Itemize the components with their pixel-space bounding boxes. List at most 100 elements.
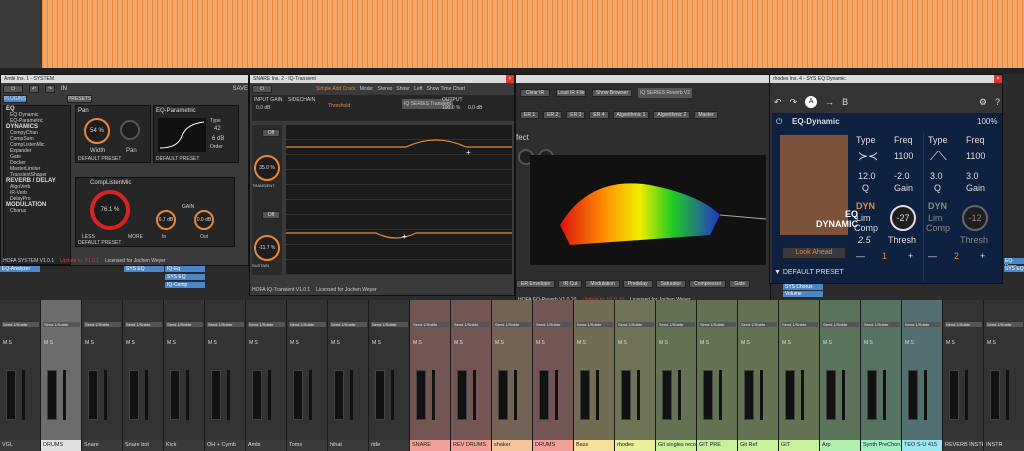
band1-gain-value[interactable]: -2.0: [894, 171, 910, 181]
mute-solo-buttons[interactable]: M S: [372, 340, 381, 346]
channel-name[interactable]: GIT PRE: [697, 440, 737, 451]
clear-ir-button[interactable]: Clear IR: [520, 89, 550, 97]
reverb-module-button[interactable]: Modulation: [585, 280, 620, 288]
mute-solo-buttons[interactable]: M S: [167, 340, 176, 346]
reverb-module-button[interactable]: Compressor: [689, 280, 727, 288]
send-slot[interactable]: Send 1/Snbbr: [781, 322, 818, 327]
redo-icon[interactable]: ↷: [790, 97, 798, 108]
send-slot[interactable]: Send 1/Snbbr: [2, 322, 39, 327]
mute-solo-buttons[interactable]: M S: [864, 340, 873, 346]
mute-solo-buttons[interactable]: M S: [946, 340, 955, 346]
track-header-area[interactable]: [0, 0, 42, 70]
send-slot[interactable]: Send 1/Snbbr: [43, 322, 80, 327]
show-browser-button[interactable]: Show Browser: [592, 89, 632, 97]
channel-name[interactable]: REV DRUMS: [451, 440, 491, 451]
send-slot[interactable]: Send 1/Snbbr: [248, 322, 285, 327]
send-slot[interactable]: Send 1/Snbbr: [576, 322, 613, 327]
mode-select[interactable]: Stereo: [378, 86, 393, 92]
load-ir-button[interactable]: Load IR File: [556, 89, 586, 97]
band2-dyn-toggle[interactable]: DYN: [928, 201, 947, 211]
channel-name[interactable]: Toms: [287, 440, 327, 451]
mix-percent[interactable]: 100%: [977, 117, 997, 126]
look-ahead-button[interactable]: Look Ahead: [782, 247, 846, 259]
reverb-tab[interactable]: ER 4: [589, 111, 609, 119]
default-preset-label[interactable]: DEFAULT PRESET: [156, 156, 199, 162]
power-icon[interactable]: ⏻: [776, 117, 782, 127]
mute-solo-buttons[interactable]: M S: [495, 340, 504, 346]
default-preset-label[interactable]: DEFAULT PRESET: [78, 156, 121, 162]
band1-ratio-value[interactable]: 2.5: [858, 235, 871, 245]
send-slot-volume[interactable]: Volume: [783, 291, 823, 297]
mute-solo-buttons[interactable]: M S: [782, 340, 791, 346]
volume-fader[interactable]: [539, 370, 549, 420]
attack-knob[interactable]: 35.0 %: [254, 155, 280, 181]
eqp-gain[interactable]: 6 dB: [212, 136, 224, 142]
channel-name[interactable]: INSTR: [984, 440, 1024, 451]
send-slot[interactable]: Send 1/Snbbr: [166, 322, 203, 327]
band1-minus-button[interactable]: —: [856, 251, 865, 261]
band1-plus-button[interactable]: +: [908, 251, 913, 261]
send-slot[interactable]: Send 1/Snbbr: [658, 322, 695, 327]
channel-name[interactable]: Synth PreChorus: [861, 440, 901, 451]
tab-plugins[interactable]: PLUGINS: [3, 95, 27, 103]
width-knob[interactable]: 54 %: [84, 118, 110, 144]
volume-fader[interactable]: [170, 370, 180, 420]
band2-minus-button[interactable]: —: [928, 251, 937, 261]
close-icon[interactable]: ×: [994, 75, 1002, 83]
send-slot[interactable]: Send 1/Snbbr: [740, 322, 777, 327]
band2-gain-value[interactable]: 3.0: [966, 171, 979, 181]
volume-fader[interactable]: [949, 370, 959, 420]
reverb-module-button[interactable]: Gate: [729, 280, 751, 288]
transient-off-button[interactable]: Off: [262, 129, 280, 137]
volume-fader[interactable]: [211, 370, 221, 420]
band1-freq-value[interactable]: 1100: [894, 151, 913, 161]
send-slot[interactable]: Send 1/Snbbr: [986, 322, 1023, 327]
show-time-chart-button[interactable]: Show Time Chart: [427, 86, 465, 92]
send-slot-iq-comp[interactable]: IQ-Comp: [165, 282, 205, 288]
send-slot[interactable]: Send 1/Snbbr: [863, 322, 900, 327]
snare-titlebar[interactable]: SNARE Ins. 2 - IQ-Transient ×: [250, 75, 514, 83]
send-slot-eq-analyzer[interactable]: EQ-Analyzer: [0, 266, 40, 272]
channel-name[interactable]: Git Ref: [738, 440, 778, 451]
mute-solo-buttons[interactable]: M S: [413, 340, 422, 346]
volume-fader[interactable]: [6, 370, 16, 420]
channel-name[interactable]: OH + Cymb: [205, 440, 245, 451]
send-slot[interactable]: Send 1/Snbbr: [822, 322, 859, 327]
volume-fader[interactable]: [334, 370, 344, 420]
volume-fader[interactable]: [621, 370, 631, 420]
reverb-tab[interactable]: Algorithmic 2: [653, 111, 691, 119]
sustain-off-button[interactable]: Off: [262, 211, 280, 219]
sustain-knob[interactable]: -11.7 %: [254, 235, 280, 261]
eqp-freq[interactable]: 42: [214, 126, 221, 132]
band1-q-value[interactable]: 12.0: [858, 171, 876, 181]
close-icon[interactable]: ×: [506, 75, 514, 83]
mute-solo-buttons[interactable]: M S: [249, 340, 258, 346]
channel-name[interactable]: GIT: [779, 440, 819, 451]
reverb-tab[interactable]: Master: [694, 111, 718, 119]
send-slot[interactable]: Send 1/Snbbr: [207, 322, 244, 327]
reverb-tab[interactable]: ER 2: [543, 111, 563, 119]
send-slot-iq-eq[interactable]: IQ-Eq: [165, 266, 205, 272]
volume-fader[interactable]: [703, 370, 713, 420]
volume-fader[interactable]: [416, 370, 426, 420]
send-slot-sys-eq[interactable]: SYS EQ: [124, 266, 164, 272]
ambi-titlebar[interactable]: Ambi Ins. 1 - SYSTEM: [1, 75, 248, 83]
mute-solo-buttons[interactable]: M S: [905, 340, 914, 346]
send-slot-sys-chorus[interactable]: SYS Chorus: [783, 284, 823, 290]
reverb-titlebar[interactable]: [516, 75, 772, 83]
volume-fader[interactable]: [744, 370, 754, 420]
send-slot[interactable]: Send 1/Snbbr: [535, 322, 572, 327]
audio-waveform-lane[interactable]: [42, 0, 1024, 68]
volume-fader[interactable]: [498, 370, 508, 420]
reverb-module-button[interactable]: ER Envelope: [516, 280, 556, 288]
send-slot-sys-eq-3[interactable]: SYS EQ: [1004, 266, 1024, 272]
reverb-module-button[interactable]: Saturator: [655, 280, 687, 288]
mute-solo-buttons[interactable]: M S: [987, 340, 996, 346]
eq-curve-display[interactable]: [158, 118, 206, 152]
mute-solo-buttons[interactable]: M S: [618, 340, 627, 346]
band2-lim-label[interactable]: Lim: [928, 213, 943, 223]
band1-lim-label[interactable]: Lim: [856, 213, 871, 223]
reverb-module-button[interactable]: IR Cut: [558, 280, 583, 288]
gain-knob[interactable]: 6.7 dB: [156, 210, 176, 230]
gear-icon[interactable]: ⚙: [979, 97, 987, 108]
